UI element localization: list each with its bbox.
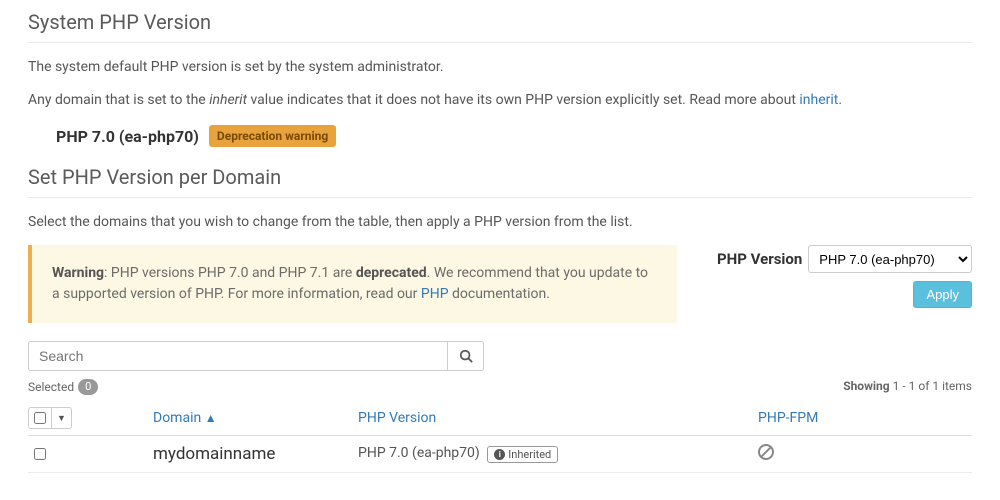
divider [28,197,972,198]
inherit-em: inherit [209,92,247,108]
inherited-text: Inherited [508,448,551,461]
selected-count: Selected 0 [28,379,98,395]
column-header-php-fpm[interactable]: PHP-FPM [758,410,818,426]
divider [28,42,972,43]
system-version-row: PHP 7.0 (ea-php70) Deprecation warning [56,125,972,147]
inherited-badge: i Inherited [487,446,558,463]
system-php-version-heading: System PHP Version [28,10,972,34]
search-button[interactable] [448,341,484,371]
text: documentation. [449,286,550,302]
php-version-select[interactable]: PHP 7.0 (ea-php70) [808,245,972,273]
text: : PHP versions PHP 7.0 and PHP 7.1 are [104,265,356,281]
inherit-link[interactable]: inherit [799,92,838,108]
deprecation-warning-badge: Deprecation warning [209,125,336,147]
select-all-input[interactable] [34,412,46,424]
selected-label: Selected [28,380,74,394]
select-all-dropdown[interactable]: ▼ [52,407,72,429]
text: value indicates that it does not have it… [247,92,799,108]
php-version-label: PHP Version [717,250,802,268]
sort-asc-icon: ▲ [205,411,217,425]
info-icon: i [494,449,505,460]
system-version-label: PHP 7.0 (ea-php70) [56,127,199,146]
search-input[interactable] [28,341,448,371]
column-header-domain[interactable]: Domain ▲ [153,410,217,426]
php-version-cell: PHP 7.0 (ea-php70) [358,445,480,461]
chevron-down-icon: ▼ [57,413,66,424]
column-header-php-version[interactable]: PHP Version [358,410,436,426]
table-row: mydomainname PHP 7.0 (ea-php70) i Inheri… [28,436,972,473]
disabled-icon [758,444,774,460]
text: Any domain that is set to the [28,92,209,108]
system-desc-2: Any domain that is set to the inherit va… [28,90,972,111]
row-checkbox[interactable] [34,448,46,460]
domain-name-cell: mydomainname [153,444,275,464]
system-desc-1: The system default PHP version is set by… [28,57,972,78]
text: Domain [153,410,201,426]
deprecation-alert: Warning: PHP versions PHP 7.0 and PHP 7.… [28,245,677,323]
text: . [838,92,842,108]
selected-count-pill: 0 [78,379,98,395]
php-doc-link[interactable]: PHP [421,286,449,302]
search-icon [459,349,473,363]
table-header-row: ▼ Domain ▲ PHP Version PHP-FPM [28,401,972,436]
showing-label: Showing [843,379,889,393]
showing-range: Showing 1 - 1 of 1 items [843,379,972,395]
set-php-per-domain-heading: Set PHP Version per Domain [28,165,972,189]
deprecated-strong: deprecated [356,265,427,281]
warning-label: Warning [52,265,104,281]
apply-button[interactable]: Apply [913,281,972,308]
select-all-checkbox[interactable] [28,407,52,429]
showing-text: 1 - 1 of 1 items [890,379,972,393]
per-domain-desc: Select the domains that you wish to chan… [28,212,972,233]
